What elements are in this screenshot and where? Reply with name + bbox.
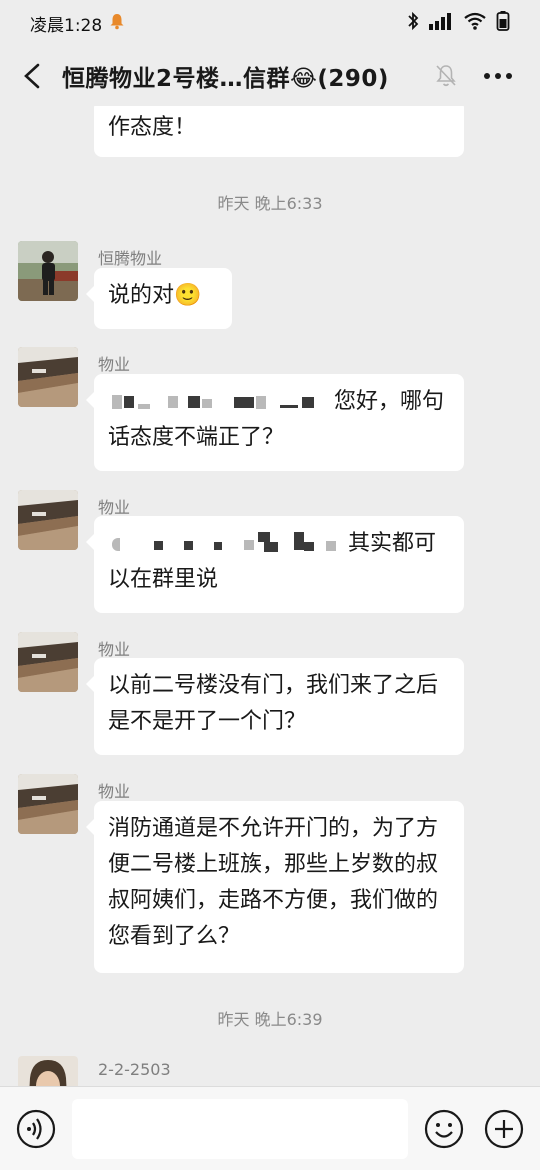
- more-functions-button[interactable]: [484, 1109, 524, 1149]
- plus-icon: [484, 1109, 524, 1149]
- avatar[interactable]: [18, 490, 78, 550]
- message-text: 以在群里说: [108, 567, 219, 592]
- redacted-mention: [108, 387, 334, 417]
- alarm-bell-icon: [108, 12, 126, 35]
- message-line: 其实都可: [108, 526, 450, 562]
- message-text: 其实都可: [348, 531, 437, 556]
- message-bubble[interactable]: 您好，哪句 话态度不端正了？: [86, 374, 464, 471]
- status-bar: 凌晨1:28: [0, 0, 540, 46]
- message-text: 作态度！: [108, 115, 197, 140]
- message-bubble[interactable]: 以前二号楼没有门，我们来了之后是不是开了一个门？: [86, 658, 464, 755]
- mute-icon: [430, 60, 462, 92]
- message-line: 您好，哪句: [108, 384, 450, 420]
- avatar[interactable]: [18, 347, 78, 407]
- message-bubble[interactable]: 说的对🙂: [86, 268, 232, 329]
- sender-name: 物业: [98, 355, 131, 374]
- voice-icon: [16, 1109, 56, 1149]
- message-bubble[interactable]: 作态度！: [94, 106, 464, 157]
- wifi-icon: [463, 11, 487, 36]
- avatar[interactable]: [18, 774, 78, 834]
- sender-name: 恒腾物业: [98, 249, 163, 268]
- redacted-mention: [108, 529, 348, 559]
- chat-title[interactable]: 恒腾物业2号楼…信群😂(290): [62, 59, 412, 93]
- sender-name: 物业: [98, 782, 131, 801]
- message-bubble[interactable]: 消防通道是不允许开门的，为了方便二号楼上班族，那些上岁数的叔叔阿姨们，走路不方便…: [86, 801, 464, 973]
- message-text: 您好，哪句: [334, 389, 445, 414]
- input-bar: [0, 1086, 540, 1170]
- bluetooth-icon: [407, 11, 419, 36]
- chevron-left-icon: [24, 63, 40, 89]
- voice-button[interactable]: [16, 1109, 56, 1149]
- message-text: 消防通道是不允许开门的，为了方便二号楼上班族，那些上岁数的叔叔阿姨们，走路不方便…: [108, 816, 439, 949]
- emoji-icon: [424, 1109, 464, 1149]
- status-time: 凌晨1:28: [30, 15, 103, 36]
- avatar[interactable]: [18, 241, 78, 301]
- signal-icon: [428, 11, 454, 36]
- sender-name: 2-2-2503: [98, 1060, 171, 1079]
- sender-name: 物业: [98, 640, 131, 659]
- message-text: 以前二号楼没有门，我们来了之后是不是开了一个门？: [108, 673, 439, 734]
- sender-name: 物业: [98, 498, 131, 517]
- message-bubble[interactable]: 其实都可 以在群里说: [86, 516, 464, 613]
- avatar[interactable]: [18, 1056, 78, 1086]
- battery-icon: [496, 10, 510, 37]
- avatar[interactable]: [18, 632, 78, 692]
- back-button[interactable]: [14, 58, 50, 94]
- more-button[interactable]: [478, 60, 518, 92]
- message-text: 话态度不端正了？: [108, 425, 285, 450]
- timestamp-separator: 昨天 晚上6:33: [217, 194, 323, 213]
- message-text: 说的对🙂: [108, 283, 202, 308]
- message-input[interactable]: [72, 1099, 408, 1159]
- more-dots-icon: [484, 73, 512, 79]
- emoji-button[interactable]: [424, 1109, 464, 1149]
- chat-header: 恒腾物业2号楼…信群😂(290): [0, 46, 540, 106]
- timestamp-separator: 昨天 晚上6:39: [217, 1010, 323, 1029]
- chat-message-list[interactable]: 作态度！ 昨天 晚上6:33 恒腾物业 说的对🙂 物业 您好，哪句 话态度不端正…: [0, 106, 540, 1086]
